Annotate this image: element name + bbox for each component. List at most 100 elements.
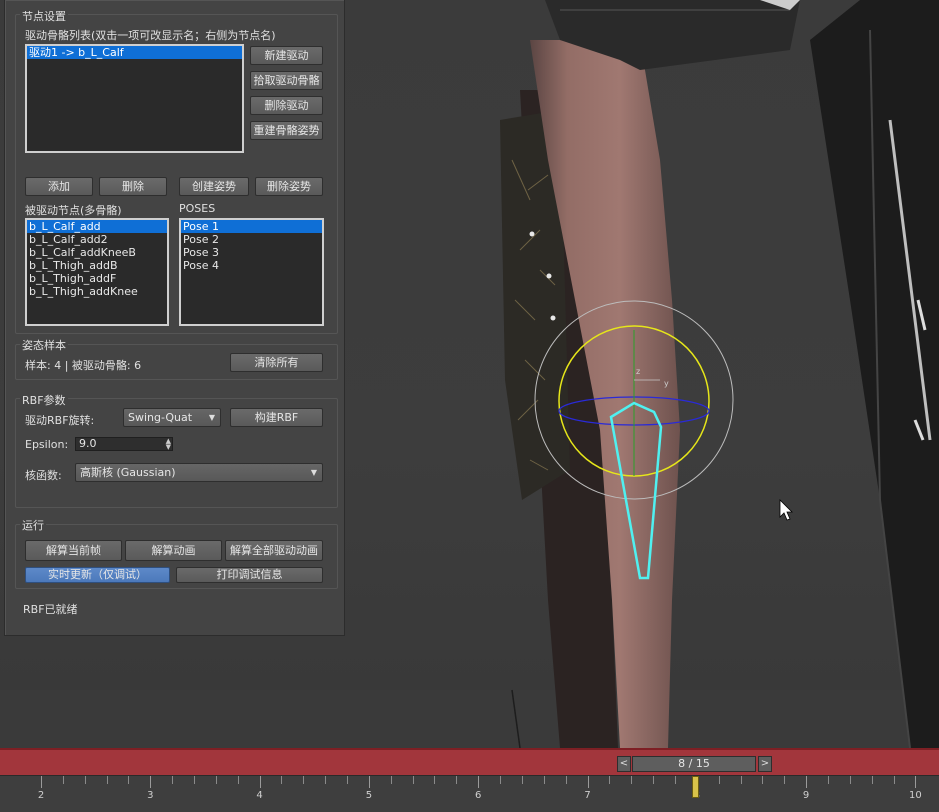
- delete-pose-button[interactable]: 删除姿势: [255, 177, 323, 196]
- ruler-minor-tick: [543, 776, 545, 784]
- ruler-minor-tick: [434, 776, 436, 784]
- ruler-tick: [478, 776, 480, 788]
- ruler-minor-tick: [609, 776, 611, 784]
- remove-button[interactable]: 删除: [99, 177, 167, 196]
- driven-nodes-label: 被驱动节点(多骨骼): [25, 204, 122, 217]
- ruler-tick: [368, 776, 370, 788]
- kernel-value: 高斯核 (Gaussian): [80, 466, 176, 479]
- pose-item[interactable]: Pose 4: [181, 259, 322, 272]
- driven-node-item[interactable]: b_L_Thigh_addB: [27, 259, 167, 272]
- ruler-minor-tick: [325, 776, 327, 784]
- ruler-minor-tick: [303, 776, 305, 784]
- poses-label: POSES: [179, 202, 216, 215]
- rbf-params-title: RBF参数: [20, 392, 68, 408]
- epsilon-value: 9.0: [79, 437, 97, 450]
- realtime-update-button[interactable]: 实时更新（仅调试）: [25, 567, 170, 583]
- solve-animation-button[interactable]: 解算动画: [125, 540, 222, 561]
- ruler-tick: [259, 776, 261, 788]
- svg-text:y: y: [664, 379, 669, 388]
- ruler-minor-tick: [740, 776, 742, 784]
- chevron-down-icon: ▼: [310, 468, 317, 477]
- svg-text:z: z: [636, 367, 640, 376]
- ruler-minor-tick: [784, 776, 786, 784]
- clear-all-button[interactable]: 清除所有: [230, 353, 323, 372]
- solve-all-driven-anim-button[interactable]: 解算全部驱动动画: [225, 540, 323, 561]
- pose-item[interactable]: Pose 2: [181, 233, 322, 246]
- build-rbf-button[interactable]: 构建RBF: [230, 408, 323, 427]
- ruler-minor-tick: [172, 776, 174, 784]
- ruler-minor-tick: [390, 776, 392, 784]
- ruler-minor-tick: [653, 776, 655, 784]
- ruler-minor-tick: [215, 776, 217, 784]
- driven-node-item[interactable]: b_L_Thigh_addKnee: [27, 285, 167, 298]
- ruler-minor-tick: [565, 776, 567, 784]
- ruler-minor-tick: [106, 776, 108, 784]
- driven-node-item[interactable]: b_L_Calf_addKneeB: [27, 246, 167, 259]
- ruler-minor-tick: [871, 776, 873, 784]
- ruler-minor-tick: [62, 776, 64, 784]
- pose-item[interactable]: Pose 1: [181, 220, 322, 233]
- print-debug-button[interactable]: 打印调试信息: [176, 567, 323, 583]
- pose-item[interactable]: Pose 3: [181, 246, 322, 259]
- kernel-label: 核函数:: [25, 469, 62, 482]
- ruler-tick: [41, 776, 42, 788]
- ruler-minor-tick: [456, 776, 458, 784]
- pick-driver-bone-button[interactable]: 拾取驱动骨骼: [250, 71, 323, 90]
- status-text: RBF已就绪: [23, 603, 78, 616]
- ruler-tick: [915, 776, 917, 788]
- driven-node-item[interactable]: b_L_Calf_add: [27, 220, 167, 233]
- frame-thumb[interactable]: 8 / 15: [632, 756, 756, 772]
- rotation-value: Swing-Quat: [128, 411, 193, 424]
- track-ruler[interactable]: 2345678910: [0, 776, 939, 812]
- driver-list-item[interactable]: 驱动1 -> b_L_Calf: [27, 46, 242, 59]
- ruler-label: 10: [909, 790, 922, 801]
- kernel-dropdown[interactable]: 高斯核 (Gaussian) ▼: [75, 463, 323, 482]
- chevron-down-icon: ▼: [208, 413, 215, 422]
- ruler-minor-tick: [237, 776, 239, 784]
- ruler-minor-tick: [521, 776, 523, 784]
- reset-bone-pose-button[interactable]: 重建骨骼姿势: [250, 121, 323, 140]
- new-driver-button[interactable]: 新建驱动: [250, 46, 323, 65]
- ruler-label: 2: [37, 790, 45, 801]
- node-settings-title: 节点设置: [20, 8, 68, 24]
- ruler-minor-tick: [347, 776, 349, 784]
- ruler-label: 5: [365, 790, 373, 801]
- ruler-minor-tick: [500, 776, 502, 784]
- driven-node-item[interactable]: b_L_Thigh_addF: [27, 272, 167, 285]
- ruler-minor-tick: [893, 776, 895, 784]
- ruler-minor-tick: [128, 776, 130, 784]
- ruler-label: 6: [475, 790, 482, 801]
- pose-samples-info: 样本: 4 | 被驱动骨骼: 6: [25, 359, 142, 372]
- rbf-panel: 节点设置 驱动骨骼列表(双击一项可改显示名；右侧为节点名) 驱动1 -> b_L…: [4, 0, 345, 636]
- time-slider[interactable]: < 8 / 15 >: [0, 748, 939, 776]
- epsilon-label: Epsilon:: [25, 438, 69, 451]
- ruler-label: 7: [584, 790, 591, 801]
- epsilon-spinner[interactable]: 9.0 ▲ ▼: [75, 437, 173, 451]
- ruler-minor-tick: [718, 776, 720, 784]
- rotation-dropdown[interactable]: Swing-Quat ▼: [123, 408, 221, 427]
- driven-node-item[interactable]: b_L_Calf_add2: [27, 233, 167, 246]
- current-frame-marker[interactable]: [692, 776, 699, 798]
- ruler-tick: [587, 776, 589, 788]
- add-button[interactable]: 添加: [25, 177, 93, 196]
- driven-nodes-list[interactable]: b_L_Calf_add b_L_Calf_add2 b_L_Calf_addK…: [25, 218, 169, 326]
- solve-current-frame-button[interactable]: 解算当前帧: [25, 540, 122, 561]
- prev-frame-button[interactable]: <: [617, 756, 631, 772]
- ruler-minor-tick: [631, 776, 633, 784]
- delete-driver-button[interactable]: 删除驱动: [250, 96, 323, 115]
- ruler-minor-tick: [412, 776, 414, 784]
- create-pose-button[interactable]: 创建姿势: [179, 177, 249, 196]
- driver-bone-list[interactable]: 驱动1 -> b_L_Calf: [25, 44, 244, 153]
- poses-list[interactable]: Pose 1 Pose 2 Pose 3 Pose 4: [179, 218, 324, 326]
- ruler-label: 4: [256, 790, 263, 801]
- rotation-label: 驱动RBF旋转:: [25, 414, 95, 427]
- pose-samples-title: 姿态样本: [20, 337, 68, 353]
- ruler-minor-tick: [194, 776, 196, 784]
- spinner-arrows-icon[interactable]: ▲ ▼: [166, 438, 171, 451]
- ruler-minor-tick: [84, 776, 86, 784]
- ruler-label: 9: [802, 790, 810, 801]
- ruler-minor-tick: [849, 776, 851, 784]
- run-title: 运行: [20, 517, 46, 533]
- ruler-minor-tick: [827, 776, 829, 784]
- next-frame-button[interactable]: >: [758, 756, 772, 772]
